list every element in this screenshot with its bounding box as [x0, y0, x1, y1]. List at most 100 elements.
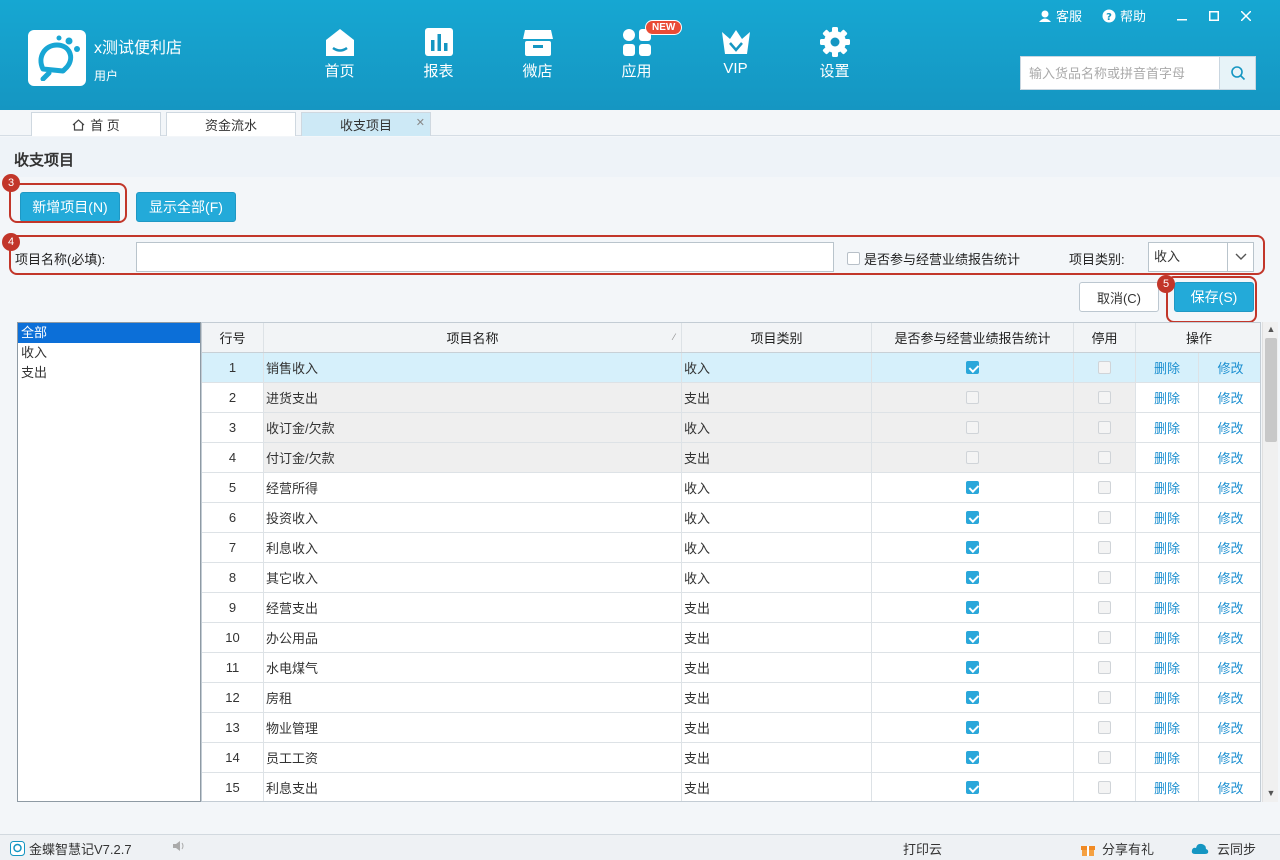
stat-row-checkbox[interactable] — [966, 421, 979, 434]
table-row[interactable]: 5 经营所得 收入 删除 修改 — [202, 473, 1260, 503]
stat-row-checkbox[interactable] — [966, 541, 979, 554]
table-row[interactable]: 11 水电煤气 支出 删除 修改 — [202, 653, 1260, 683]
delete-link[interactable]: 删除 — [1154, 658, 1180, 677]
edit-link[interactable]: 修改 — [1217, 538, 1243, 557]
print-cloud[interactable]: 打印云 — [903, 839, 942, 858]
edit-link[interactable]: 修改 — [1217, 598, 1243, 617]
delete-link[interactable]: 删除 — [1154, 598, 1180, 617]
search-input[interactable] — [1021, 57, 1219, 89]
service-link[interactable]: 客服 — [1038, 6, 1082, 25]
search-button[interactable] — [1219, 57, 1255, 89]
scroll-down-icon[interactable]: ▼ — [1266, 788, 1276, 800]
tab-cash-flow[interactable]: 资金流水 — [166, 112, 296, 136]
stat-row-checkbox[interactable] — [966, 361, 979, 374]
stat-row-checkbox[interactable] — [966, 451, 979, 464]
scroll-thumb[interactable] — [1265, 338, 1277, 442]
delete-link[interactable]: 删除 — [1154, 448, 1180, 467]
edit-link[interactable]: 修改 — [1217, 748, 1243, 767]
stat-row-checkbox[interactable] — [966, 781, 979, 794]
share-gift[interactable]: 分享有礼 — [1080, 839, 1154, 858]
edit-link[interactable]: 修改 — [1217, 688, 1243, 707]
disabled-row-checkbox[interactable] — [1098, 691, 1111, 704]
disabled-row-checkbox[interactable] — [1098, 481, 1111, 494]
show-all-button[interactable]: 显示全部(F) — [136, 192, 236, 222]
nav-settings[interactable]: 设置 — [785, 26, 884, 81]
table-row[interactable]: 14 员工工资 支出 删除 修改 — [202, 743, 1260, 773]
table-row[interactable]: 10 办公用品 支出 删除 修改 — [202, 623, 1260, 653]
nav-report[interactable]: 报表 — [389, 26, 488, 81]
table-row[interactable]: 4 付订金/欠款 支出 删除 修改 — [202, 443, 1260, 473]
nav-microstore[interactable]: 微店 — [488, 26, 587, 81]
col-header-name[interactable]: 项目名称 ⁄ — [264, 323, 682, 352]
disabled-row-checkbox[interactable] — [1098, 361, 1111, 374]
volume-icon[interactable] — [172, 839, 186, 853]
grid-scrollbar[interactable]: ▲ ▼ — [1262, 322, 1278, 802]
tab-income-expense-items[interactable]: 收支项目 ✕ — [301, 112, 431, 136]
disabled-row-checkbox[interactable] — [1098, 661, 1111, 674]
disabled-row-checkbox[interactable] — [1098, 421, 1111, 434]
edit-link[interactable]: 修改 — [1217, 628, 1243, 647]
edit-link[interactable]: 修改 — [1217, 658, 1243, 677]
tree-item-expense[interactable]: 支出 — [18, 363, 200, 383]
disabled-row-checkbox[interactable] — [1098, 571, 1111, 584]
disabled-row-checkbox[interactable] — [1098, 721, 1111, 734]
delete-link[interactable]: 删除 — [1154, 508, 1180, 527]
disabled-row-checkbox[interactable] — [1098, 781, 1111, 794]
disabled-row-checkbox[interactable] — [1098, 391, 1111, 404]
stat-row-checkbox[interactable] — [966, 391, 979, 404]
disabled-row-checkbox[interactable] — [1098, 511, 1111, 524]
table-row[interactable]: 15 利息支出 支出 删除 修改 — [202, 773, 1260, 801]
table-row[interactable]: 8 其它收入 收入 删除 修改 — [202, 563, 1260, 593]
table-row[interactable]: 6 投资收入 收入 删除 修改 — [202, 503, 1260, 533]
table-row[interactable]: 7 利息收入 收入 删除 修改 — [202, 533, 1260, 563]
edit-link[interactable]: 修改 — [1217, 448, 1243, 467]
tree-item-all[interactable]: 全部 — [18, 323, 200, 343]
delete-link[interactable]: 删除 — [1154, 358, 1180, 377]
delete-link[interactable]: 删除 — [1154, 538, 1180, 557]
disabled-row-checkbox[interactable] — [1098, 631, 1111, 644]
scroll-up-icon[interactable]: ▲ — [1266, 324, 1276, 336]
delete-link[interactable]: 删除 — [1154, 568, 1180, 587]
edit-link[interactable]: 修改 — [1217, 358, 1243, 377]
delete-link[interactable]: 删除 — [1154, 748, 1180, 767]
delete-link[interactable]: 删除 — [1154, 478, 1180, 497]
stat-row-checkbox[interactable] — [966, 601, 979, 614]
nav-home[interactable]: 首页 — [290, 26, 389, 81]
maximize-button[interactable] — [1198, 8, 1230, 24]
stat-row-checkbox[interactable] — [966, 631, 979, 644]
table-row[interactable]: 1 销售收入 收入 删除 修改 — [202, 353, 1260, 383]
disabled-row-checkbox[interactable] — [1098, 751, 1111, 764]
help-link[interactable]: ? 帮助 — [1102, 6, 1146, 25]
table-row[interactable]: 12 房租 支出 删除 修改 — [202, 683, 1260, 713]
edit-link[interactable]: 修改 — [1217, 478, 1243, 497]
delete-link[interactable]: 删除 — [1154, 778, 1180, 797]
cloud-sync[interactable]: 云同步 — [1191, 839, 1256, 858]
nav-vip[interactable]: VIP — [686, 26, 785, 81]
stat-row-checkbox[interactable] — [966, 511, 979, 524]
delete-link[interactable]: 删除 — [1154, 388, 1180, 407]
stat-row-checkbox[interactable] — [966, 661, 979, 674]
edit-link[interactable]: 修改 — [1217, 418, 1243, 437]
table-row[interactable]: 3 收订金/欠款 收入 删除 修改 — [202, 413, 1260, 443]
edit-link[interactable]: 修改 — [1217, 718, 1243, 737]
disabled-row-checkbox[interactable] — [1098, 541, 1111, 554]
disabled-row-checkbox[interactable] — [1098, 601, 1111, 614]
stat-row-checkbox[interactable] — [966, 571, 979, 584]
delete-link[interactable]: 删除 — [1154, 688, 1180, 707]
table-row[interactable]: 2 进货支出 支出 删除 修改 — [202, 383, 1260, 413]
minimize-button[interactable] — [1166, 8, 1198, 24]
table-row[interactable]: 9 经营支出 支出 删除 修改 — [202, 593, 1260, 623]
edit-link[interactable]: 修改 — [1217, 508, 1243, 527]
nav-apps[interactable]: 应用 NEW — [587, 20, 686, 81]
delete-link[interactable]: 删除 — [1154, 718, 1180, 737]
close-window-button[interactable] — [1230, 8, 1262, 24]
cancel-button[interactable]: 取消(C) — [1079, 282, 1159, 312]
stat-row-checkbox[interactable] — [966, 691, 979, 704]
delete-link[interactable]: 删除 — [1154, 628, 1180, 647]
tab-home[interactable]: 首 页 — [31, 112, 161, 136]
stat-row-checkbox[interactable] — [966, 721, 979, 734]
edit-link[interactable]: 修改 — [1217, 568, 1243, 587]
delete-link[interactable]: 删除 — [1154, 418, 1180, 437]
edit-link[interactable]: 修改 — [1217, 778, 1243, 797]
tab-close-icon[interactable]: ✕ — [416, 116, 425, 129]
